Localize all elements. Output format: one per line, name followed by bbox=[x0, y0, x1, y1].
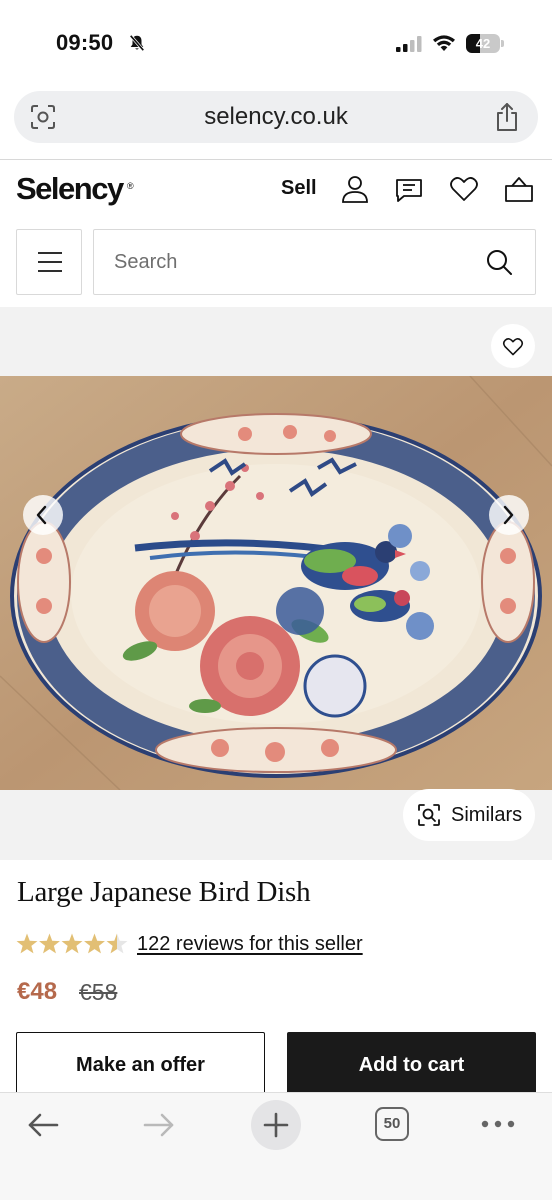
search-input[interactable] bbox=[114, 230, 474, 294]
original-price: €58 bbox=[79, 979, 118, 1005]
rating-stars bbox=[16, 933, 128, 954]
product-gallery[interactable]: Similars bbox=[0, 307, 552, 860]
current-price: €48 bbox=[17, 978, 58, 1005]
chat-icon[interactable] bbox=[394, 174, 424, 204]
browser-toolbar: 50 bbox=[0, 1092, 552, 1200]
search-icon[interactable] bbox=[485, 248, 513, 276]
tabs-icon[interactable]: 50 bbox=[375, 1107, 409, 1141]
bag-icon[interactable] bbox=[504, 174, 534, 204]
star-icon bbox=[39, 933, 60, 954]
star-icon bbox=[61, 933, 83, 954]
url-text[interactable]: selency.co.uk bbox=[14, 91, 538, 143]
logo-registered-mark: ® bbox=[127, 181, 134, 191]
plus-icon bbox=[263, 1112, 289, 1138]
bell-slash-icon bbox=[129, 34, 145, 52]
chevron-right-icon bbox=[503, 505, 514, 525]
forward-arrow-icon[interactable] bbox=[142, 1111, 176, 1139]
url-bar[interactable]: selency.co.uk bbox=[14, 91, 538, 143]
star-icon bbox=[16, 933, 38, 954]
sell-link[interactable]: Sell bbox=[281, 177, 317, 200]
battery-level: 42 bbox=[475, 36, 491, 51]
product-image[interactable] bbox=[0, 376, 552, 790]
star-icon bbox=[84, 933, 105, 954]
visual-search-icon bbox=[418, 804, 440, 826]
chevron-left-icon bbox=[36, 505, 47, 525]
status-bar: 09:50 42 bbox=[0, 0, 552, 86]
search-box[interactable] bbox=[93, 229, 536, 295]
more-icon[interactable] bbox=[481, 1119, 515, 1129]
selency-logo[interactable]: Selency bbox=[16, 171, 124, 207]
favorite-button[interactable] bbox=[491, 324, 535, 368]
similars-button[interactable]: Similars bbox=[403, 789, 535, 841]
seller-reviews-link[interactable]: 122 reviews for this seller bbox=[137, 933, 363, 956]
product-title: Large Japanese Bird Dish bbox=[17, 876, 311, 908]
site-header: Selency ® Sell bbox=[0, 160, 552, 226]
hamburger-icon bbox=[38, 252, 62, 272]
heart-icon bbox=[502, 338, 524, 356]
menu-button[interactable] bbox=[16, 229, 82, 295]
signal-icon bbox=[396, 36, 422, 52]
wifi-icon bbox=[433, 35, 455, 51]
share-icon[interactable] bbox=[494, 102, 520, 132]
next-image-button[interactable] bbox=[489, 495, 529, 535]
star-icon bbox=[106, 933, 128, 954]
status-time: 09:50 bbox=[56, 30, 114, 55]
make-offer-button[interactable]: Make an offer bbox=[16, 1032, 265, 1098]
battery-icon: 42 bbox=[466, 34, 504, 53]
previous-image-button[interactable] bbox=[23, 495, 63, 535]
add-to-cart-button[interactable]: Add to cart bbox=[287, 1032, 536, 1098]
back-arrow-icon[interactable] bbox=[26, 1111, 60, 1139]
heart-icon[interactable] bbox=[449, 174, 479, 204]
new-tab-button[interactable] bbox=[251, 1100, 301, 1150]
similars-label: Similars bbox=[451, 804, 523, 826]
user-icon[interactable] bbox=[340, 174, 370, 204]
